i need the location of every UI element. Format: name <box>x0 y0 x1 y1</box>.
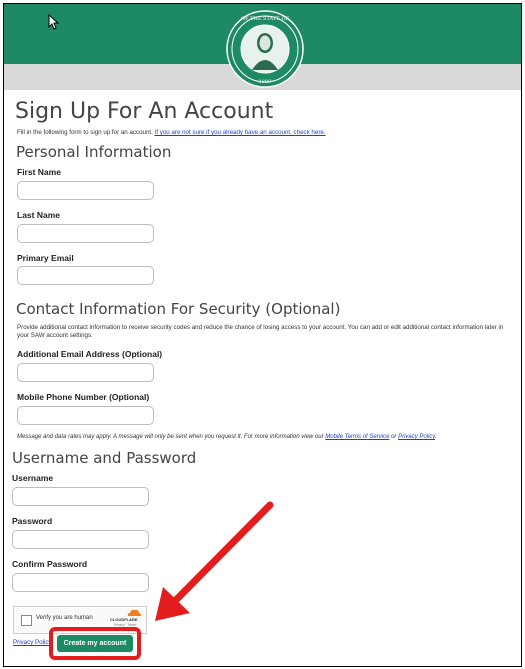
mobile-phone-field[interactable] <box>17 406 154 425</box>
credentials-heading: Username and Password <box>12 449 197 467</box>
contact-description-line1: Provide additional contact information t… <box>17 324 504 331</box>
last-name-field[interactable] <box>17 224 154 243</box>
state-seal-logo: OF THE STATE OF 1889 <box>226 10 304 88</box>
confirm-password-label: Confirm Password <box>12 559 88 569</box>
password-label: Password <box>12 516 53 526</box>
svg-text:OF THE STATE OF: OF THE STATE OF <box>241 16 290 22</box>
contact-info-heading: Contact Information For Security (Option… <box>16 300 341 318</box>
last-name-label: Last Name <box>17 210 60 220</box>
first-name-label: First Name <box>17 167 61 177</box>
captcha-label: Verify you are human <box>36 615 93 621</box>
captcha-checkbox[interactable] <box>21 615 32 626</box>
rates-note: Message and data rates may apply. A mess… <box>17 434 437 440</box>
username-field[interactable] <box>12 487 149 506</box>
mouse-cursor-icon <box>48 14 60 30</box>
additional-email-field[interactable] <box>17 363 154 382</box>
primary-email-field[interactable] <box>17 266 154 285</box>
additional-email-label: Additional Email Address (Optional) <box>17 349 163 359</box>
mobile-terms-link[interactable]: Mobile Terms of Service <box>325 434 389 440</box>
confirm-password-field[interactable] <box>12 573 149 592</box>
personal-info-heading: Personal Information <box>16 143 172 161</box>
password-field[interactable] <box>12 530 149 549</box>
mobile-phone-label: Mobile Phone Number (Optional) <box>17 392 150 402</box>
contact-description-line2: your SAW account settings. <box>17 332 93 339</box>
page-frame: OF THE STATE OF 1889 Sign Up For An Acco… <box>3 3 522 667</box>
privacy-policy-link[interactable]: Privacy Policy <box>398 434 435 440</box>
page-title: Sign Up For An Account <box>15 99 274 124</box>
check-account-link[interactable]: If you are not sure if you already have … <box>155 129 326 136</box>
footer-privacy-link[interactable]: Privacy Policy <box>13 639 52 646</box>
first-name-field[interactable] <box>17 181 154 200</box>
username-label: Username <box>12 473 54 483</box>
svg-text:1889: 1889 <box>259 79 272 85</box>
primary-email-label: Primary Email <box>17 253 74 263</box>
annotation-highlight-box <box>49 627 141 660</box>
captcha-brand: CLOUDFLARE <box>110 617 138 622</box>
cloudflare-cloud-icon <box>127 609 141 616</box>
intro-text: Fill in the following form to sign up fo… <box>17 129 326 136</box>
